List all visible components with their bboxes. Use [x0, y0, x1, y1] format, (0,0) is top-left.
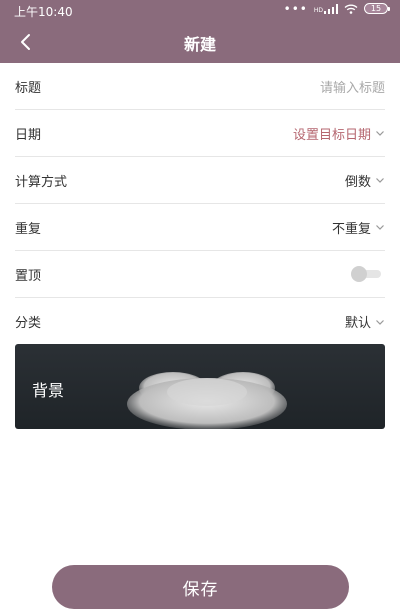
pin-top-label: 置顶 — [15, 268, 42, 284]
heart-cloud-image — [127, 372, 287, 429]
page-title: 新建 — [183, 35, 216, 54]
category-selector[interactable]: 默认 — [345, 312, 385, 331]
calc-method-row[interactable]: 计算方式 倒数 — [15, 157, 385, 204]
date-selector[interactable]: 设置目标日期 — [293, 124, 385, 143]
status-time: 上午10:40 — [14, 5, 73, 19]
title-label: 标题 — [15, 80, 42, 96]
top-bar: 上午10:40 ••• HD 15 新建 — [0, 0, 400, 63]
date-value: 设置目标日期 — [292, 127, 371, 143]
category-value: 默认 — [344, 316, 371, 331]
date-row[interactable]: 日期 设置目标日期 — [15, 110, 385, 157]
signal-hd-label: HD — [313, 6, 323, 14]
chevron-down-icon — [376, 178, 384, 183]
save-button[interactable]: 保存 — [52, 565, 349, 609]
repeat-value: 不重复 — [331, 221, 371, 237]
status-bar: 上午10:40 ••• HD 15 — [0, 0, 400, 22]
more-dots-icon: ••• — [283, 1, 308, 16]
battery-icon: 15 — [364, 3, 390, 14]
chevron-down-icon — [376, 131, 384, 136]
form-list: 标题 请输入标题 日期 设置目标日期 计算方式 倒数 重复 不重复 置顶 分类 … — [15, 63, 385, 345]
toggle-knob — [351, 266, 367, 282]
chevron-down-icon — [376, 225, 384, 230]
title-input[interactable]: 请输入标题 — [320, 77, 385, 96]
status-icons: ••• HD 15 — [283, 1, 390, 16]
date-label: 日期 — [15, 127, 42, 143]
wifi-icon — [344, 4, 358, 14]
calc-method-label: 计算方式 — [15, 174, 68, 190]
repeat-label: 重复 — [15, 221, 42, 237]
signal-icon: HD — [313, 3, 338, 14]
title-row[interactable]: 标题 请输入标题 — [15, 63, 385, 110]
category-label: 分类 — [15, 316, 42, 331]
pin-top-row: 置顶 — [15, 251, 385, 298]
repeat-row[interactable]: 重复 不重复 — [15, 204, 385, 251]
background-label: 背景 — [32, 381, 65, 400]
pin-top-toggle[interactable] — [351, 266, 383, 282]
repeat-selector[interactable]: 不重复 — [332, 218, 385, 237]
chevron-down-icon — [376, 319, 384, 325]
calc-method-value: 倒数 — [344, 174, 371, 190]
calc-method-selector[interactable]: 倒数 — [345, 171, 385, 190]
nav-bar: 新建 — [0, 22, 400, 63]
category-row[interactable]: 分类 默认 — [15, 298, 385, 345]
background-picker[interactable]: 背景 — [15, 344, 385, 429]
